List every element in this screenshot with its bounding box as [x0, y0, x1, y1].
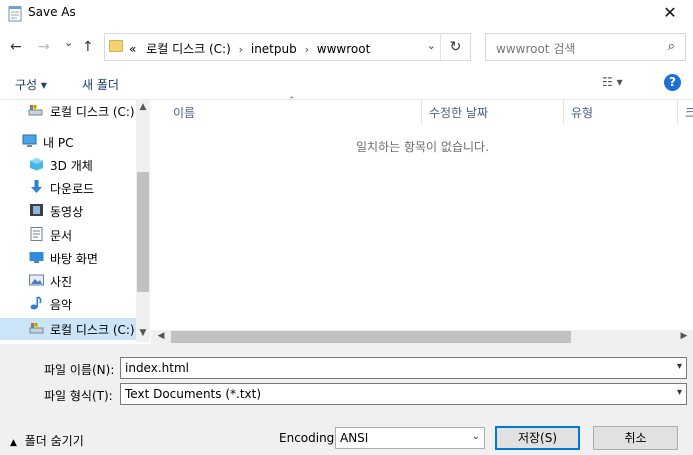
download-icon — [31, 180, 42, 193]
help-icon[interactable]: ? — [664, 74, 681, 91]
sidebar-item-label: 문서 — [50, 229, 73, 243]
title-bar: Save As ✕ — [0, 0, 693, 28]
window-title: Save As — [28, 5, 76, 19]
chevron-down-icon[interactable]: ▾ — [677, 387, 682, 398]
cancel-button[interactable]: 취소 — [593, 426, 678, 450]
organize-button[interactable]: 구성 ▾ — [15, 76, 47, 93]
sidebar-scrollbar[interactable]: ▲ ▼ — [136, 100, 150, 342]
column-divider[interactable] — [421, 100, 422, 124]
breadcrumb-segment[interactable]: wwwroot — [317, 42, 371, 56]
sidebar-item-label: 로컬 디스크 (C:) — [50, 323, 135, 337]
filename-label: 파일 이름(N): — [44, 363, 115, 377]
up-button[interactable]: ↑ — [82, 39, 94, 55]
chevron-up-icon: ▲ — [10, 438, 17, 448]
sidebar-item-local-disk-selected[interactable]: 로컬 디스크 (C:) — [0, 318, 136, 340]
chevron-down-icon[interactable]: ⌄ — [472, 431, 480, 442]
sidebar-item-label: 3D 개체 — [50, 159, 93, 173]
sidebar-item-local-disk[interactable]: 로컬 디스크 (C:) — [0, 100, 136, 122]
folder-icon — [109, 40, 123, 52]
empty-message: 일치하는 항목이 없습니다. — [356, 140, 489, 154]
filename-value[interactable]: index.html — [125, 361, 189, 375]
encoding-label: Encoding: — [279, 431, 339, 445]
3d-objects-icon — [30, 158, 43, 171]
desktop-icon — [29, 252, 44, 263]
sidebar-item-this-pc[interactable]: 내 PC — [0, 131, 136, 153]
filetype-select[interactable]: Text Documents (*.txt) ▾ — [120, 383, 687, 405]
encoding-select[interactable]: ANSI ⌄ — [335, 427, 485, 449]
sidebar-item-documents[interactable]: 문서 — [0, 224, 136, 246]
sort-up-icon: ⌃ — [288, 96, 296, 106]
sidebar-item-label: 로컬 디스크 (C:) — [50, 105, 135, 119]
filetype-value: Text Documents (*.txt) — [125, 387, 262, 401]
horizontal-scrollbar[interactable]: ◀ ▶ — [151, 330, 693, 344]
chevron-down-icon[interactable]: ▾ — [677, 361, 682, 372]
sidebar-item-downloads[interactable]: 다운로드 — [0, 177, 136, 199]
sidebar-item-label: 동영상 — [50, 205, 84, 219]
scroll-right-icon[interactable]: ▶ — [677, 331, 691, 341]
scroll-left-icon[interactable]: ◀ — [154, 331, 168, 341]
pc-icon — [22, 134, 37, 147]
scroll-up-icon[interactable]: ▲ — [136, 102, 150, 112]
recent-locations-button[interactable]: ⌄ — [64, 36, 73, 49]
search-input[interactable]: wwwroot 검색 ⌕ — [485, 33, 686, 61]
column-divider[interactable] — [677, 100, 678, 124]
sidebar-item-desktop[interactable]: 바탕 화면 — [0, 247, 136, 269]
breadcrumb: « 로컬 디스크 (C:) › inetpub › wwwroot — [129, 40, 370, 57]
refresh-button[interactable]: ↻ — [440, 34, 470, 60]
video-icon — [30, 204, 43, 216]
close-button[interactable]: ✕ — [653, 0, 687, 26]
scrollbar-thumb[interactable] — [137, 172, 149, 292]
hide-folders-button[interactable]: ▲ 폴더 숨기기 — [10, 432, 84, 449]
breadcrumb-segment[interactable]: inetpub — [251, 42, 297, 56]
toolbar: 구성 ▾ 새 폴더 ☷ ▾ ? — [0, 66, 693, 100]
drive-icon — [29, 323, 44, 334]
file-list: ⌃ 이름 수정한 날짜 유형 크 일치하는 항목이 없습니다. — [151, 96, 693, 342]
chevron-down-icon[interactable]: ⌄ — [427, 39, 436, 52]
music-icon — [30, 296, 42, 310]
column-headers: ⌃ 이름 수정한 날짜 유형 크 — [151, 96, 693, 124]
search-placeholder: wwwroot 검색 — [496, 42, 576, 56]
column-divider[interactable] — [563, 100, 564, 124]
sidebar-item-pictures[interactable]: 사진 — [0, 270, 136, 292]
address-bar[interactable]: « 로컬 디스크 (C:) › inetpub › wwwroot ⌄ ↻ — [104, 33, 471, 61]
sidebar-item-label: 내 PC — [43, 136, 74, 150]
breadcrumb-separator[interactable]: › — [239, 43, 243, 56]
hide-folders-label: 폴더 숨기기 — [24, 434, 84, 448]
sidebar-item-label: 사진 — [50, 275, 73, 289]
scroll-down-icon[interactable]: ▼ — [136, 328, 150, 338]
pictures-icon — [29, 274, 44, 286]
column-type[interactable]: 유형 — [571, 104, 593, 121]
view-options-icon[interactable]: ☷ ▾ — [602, 75, 623, 89]
save-button[interactable]: 저장(S) — [495, 426, 580, 450]
back-button[interactable]: ← — [10, 39, 22, 55]
sidebar-item-label: 다운로드 — [50, 182, 95, 196]
sidebar-item-videos[interactable]: 동영상 — [0, 200, 136, 222]
notepad-icon — [8, 6, 22, 22]
scrollbar-thumb[interactable] — [171, 331, 571, 343]
filetype-label: 파일 형식(T): — [44, 389, 113, 403]
column-size[interactable]: 크 — [685, 104, 693, 121]
encoding-value: ANSI — [340, 431, 369, 445]
sidebar-item-music[interactable]: 음악 — [0, 293, 136, 315]
navigation-pane: 로컬 디스크 (C:) 내 PC 3D 개체 다운로드 동영상 문서 바탕 화면… — [0, 100, 150, 342]
breadcrumb-separator[interactable]: › — [305, 43, 309, 56]
breadcrumb-overflow[interactable]: « — [129, 42, 136, 56]
breadcrumb-segment[interactable]: 로컬 디스크 (C:) — [146, 42, 231, 56]
search-icon[interactable]: ⌕ — [668, 39, 675, 54]
sidebar-item-label: 음악 — [50, 298, 73, 312]
drive-icon — [28, 105, 43, 116]
forward-button[interactable]: → — [38, 39, 50, 55]
sidebar-item-label: 바탕 화면 — [50, 252, 98, 266]
document-icon — [30, 227, 43, 241]
filename-field[interactable]: index.html ▾ — [120, 357, 687, 379]
column-name[interactable]: 이름 — [173, 104, 195, 121]
new-folder-button[interactable]: 새 폴더 — [82, 76, 119, 93]
sidebar-item-3d-objects[interactable]: 3D 개체 — [0, 154, 136, 176]
column-date-modified[interactable]: 수정한 날짜 — [429, 104, 488, 121]
